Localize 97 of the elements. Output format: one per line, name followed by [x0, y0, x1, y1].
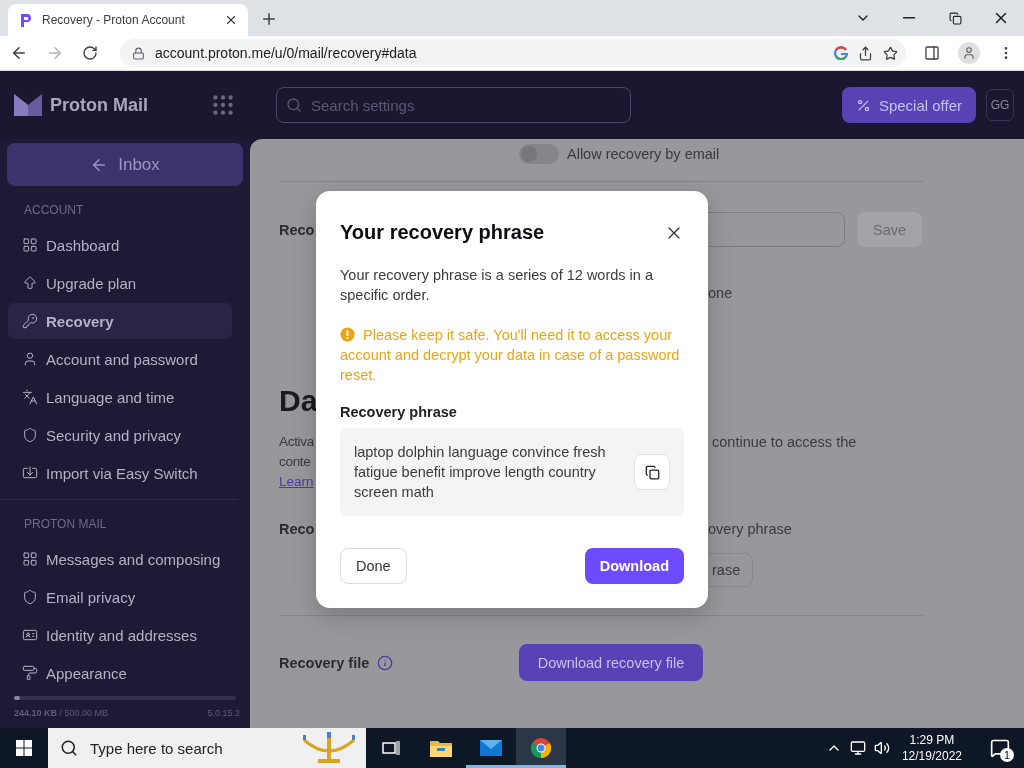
- reload-button[interactable]: [82, 45, 98, 61]
- sidebar-item[interactable]: Messages and composing: [8, 541, 232, 577]
- mail-icon: [479, 739, 503, 757]
- share-icon: [858, 45, 873, 61]
- search-icon: [286, 97, 302, 113]
- download-button[interactable]: Download: [584, 548, 684, 584]
- grid-icon: [22, 551, 38, 567]
- user-avatar[interactable]: GG: [986, 89, 1014, 121]
- clock[interactable]: 1:29 PM 12/19/2022: [901, 732, 962, 764]
- message-icon: [990, 738, 1010, 758]
- sidebar-item[interactable]: Upgrade plan: [8, 265, 232, 301]
- share-button[interactable]: [858, 45, 873, 61]
- user-icon: [22, 351, 38, 367]
- bookmark-button[interactable]: [883, 45, 898, 61]
- shield-icon: [22, 589, 38, 605]
- proton-mail-logo-icon: [14, 94, 42, 116]
- section-title: ACCOUNT: [23, 202, 85, 219]
- id-card-icon: [22, 627, 38, 643]
- phrase-row-text: overy phrase: [708, 521, 792, 537]
- menorah-icon: [300, 732, 358, 764]
- shield-icon: [22, 427, 38, 443]
- copy-icon: [644, 464, 660, 480]
- inbox-button[interactable]: Inbox: [7, 143, 243, 186]
- volume-icon[interactable]: [873, 740, 890, 756]
- taskbar-button[interactable]: [516, 728, 566, 768]
- google-icon[interactable]: [834, 46, 848, 60]
- key-icon: [22, 313, 38, 329]
- description-text: conte: [279, 453, 311, 471]
- sidebar-item[interactable]: Identity and addresses: [8, 617, 232, 653]
- search-icon: [60, 739, 78, 757]
- folder-icon: [429, 738, 453, 758]
- close-tab-button[interactable]: [224, 13, 238, 27]
- sidebar-item[interactable]: Email privacy: [8, 579, 232, 615]
- new-tab-button[interactable]: [260, 10, 278, 28]
- arrow-right-icon: [46, 44, 64, 62]
- description-text: continue to access the: [712, 433, 857, 452]
- description-text: Activa: [279, 433, 314, 451]
- back-button[interactable]: [10, 44, 28, 62]
- info-icon[interactable]: [377, 654, 394, 671]
- lock-icon: [132, 46, 145, 60]
- plus-icon: [260, 10, 278, 28]
- sidebar-item[interactable]: Security and privacy: [8, 417, 232, 453]
- address-bar[interactable]: account.proton.me/u/0/mail/recovery#data: [120, 39, 906, 67]
- side-panel-icon: [924, 45, 940, 61]
- sidebar-item[interactable]: Recovery: [8, 303, 232, 339]
- sidebar-item[interactable]: Account and password: [8, 341, 232, 377]
- section-title: PROTON MAIL: [23, 516, 108, 533]
- task-view-icon: [382, 740, 400, 756]
- special-offer-button[interactable]: Special offer: [841, 87, 976, 123]
- user-icon: [962, 46, 976, 60]
- windows-logo-icon: [16, 740, 32, 756]
- sidebar-item[interactable]: Dashboard: [8, 227, 232, 263]
- toggle-label: Allow recovery by email: [567, 146, 720, 162]
- browser-tab[interactable]: Recovery - Proton Account: [8, 4, 248, 36]
- proton-logo-icon: [20, 13, 32, 27]
- close-icon: [224, 13, 238, 27]
- language-icon: [22, 389, 38, 405]
- row-label: Recovery file: [279, 654, 370, 671]
- toggle-switch[interactable]: [519, 144, 559, 164]
- sidebar-item[interactable]: Language and time: [8, 379, 232, 415]
- done-button[interactable]: Done: [340, 548, 407, 584]
- search-field[interactable]: Search settings: [276, 87, 631, 123]
- grid-icon: [22, 237, 38, 253]
- warning-icon: [340, 327, 355, 342]
- sidebar-item[interactable]: Appearance: [8, 655, 232, 691]
- chrome-icon: [530, 737, 552, 759]
- arrow-up-icon: [22, 275, 38, 291]
- dialog-title: Your recovery phrase: [340, 221, 545, 244]
- taskbar-search-field[interactable]: Type here to search: [48, 728, 366, 768]
- dots-grid-icon: [210, 92, 236, 118]
- dialog-intro: Your recovery phrase is a series of 12 words in a specific order.: [340, 266, 654, 305]
- brand-name: Proton Mail: [50, 94, 148, 116]
- network-icon[interactable]: [849, 740, 866, 756]
- side-panel-button[interactable]: [924, 45, 940, 61]
- download-recovery-file-button[interactable]: Download recovery file: [519, 644, 703, 681]
- profile-avatar[interactable]: [958, 42, 980, 64]
- sidebar-item[interactable]: Import via Easy Switch: [8, 455, 232, 491]
- row-label: Reco: [279, 521, 315, 537]
- notification-count: 1: [1000, 748, 1014, 762]
- restore-icon: [948, 11, 962, 25]
- reload-icon: [82, 45, 98, 61]
- paint-roller-icon: [22, 665, 38, 681]
- storage-usage: 244.10 KB / 500.00 MB: [14, 708, 109, 718]
- phone-note: one: [708, 285, 734, 301]
- phrase-label: Recovery phrase: [340, 404, 458, 420]
- import-icon: [22, 465, 38, 481]
- recovery-phrase-text: laptop dolphin language convince fresh fatigue benefit improve length country screen math: [354, 443, 607, 502]
- percent-icon: [855, 97, 871, 113]
- star-icon: [883, 45, 898, 61]
- minimize-icon: [903, 17, 915, 19]
- app-version: 5.0.15.2: [207, 708, 240, 718]
- apps-grid-button[interactable]: [210, 92, 236, 118]
- warning-text: Please keep it safe. You'll need it to access your account and decrypt your data in case of a password reset.: [340, 326, 681, 385]
- row-label: Reco: [279, 221, 315, 238]
- section-heading: Da: [279, 384, 318, 418]
- copy-button[interactable]: [634, 454, 670, 490]
- notifications-button[interactable]: 1: [980, 728, 1020, 768]
